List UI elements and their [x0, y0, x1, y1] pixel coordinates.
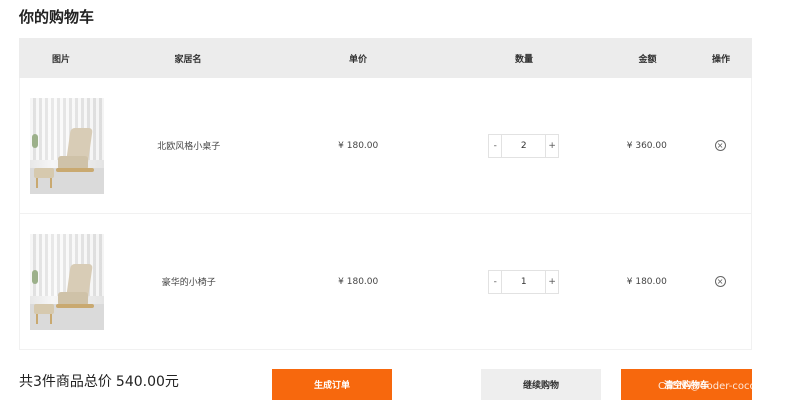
watermark: CSDN @Coder-coco [658, 381, 756, 392]
header-image: 图片 [51, 54, 70, 65]
increment-button[interactable]: + [546, 134, 559, 157]
quantity-stepper: - 2 + [488, 133, 560, 158]
header-amount: 金额 [638, 54, 657, 65]
continue-shopping-button[interactable]: 继续购物 [481, 369, 601, 400]
quantity-input[interactable]: 1 [501, 270, 547, 293]
quantity-input[interactable]: 2 [501, 134, 547, 157]
quantity-stepper: - 1 + [488, 269, 560, 294]
header-name: 家居名 [174, 54, 202, 65]
page-title: 你的购物车 [19, 8, 95, 26]
close-circle-icon[interactable]: × [714, 140, 726, 151]
table-row: 豪华的小椅子 ¥ 180.00 - 1 + ¥ 180.00 × [19, 214, 752, 350]
line-amount: ¥ 180.00 [626, 276, 667, 287]
header-price: 单价 [348, 54, 367, 65]
total-label: 共3件商品总价 [19, 374, 112, 390]
unit-price: ¥ 180.00 [338, 276, 379, 287]
increment-button[interactable]: + [546, 270, 559, 293]
table-row: 北欧风格小桌子 ¥ 180.00 - 2 + ¥ 360.00 × [19, 78, 752, 214]
table-header: 图片 家居名 单价 数量 金额 操作 [19, 38, 752, 78]
decrement-button[interactable]: - [489, 134, 502, 157]
total-amount: 540.00元 [115, 374, 179, 390]
cart-table: 图片 家居名 单价 数量 金额 操作 北欧风格小桌子 ¥ 180.00 - 2 … [19, 38, 752, 350]
header-operation: 操作 [711, 54, 730, 65]
create-order-button[interactable]: 生成订单 [272, 369, 392, 400]
cart-total: 共3件商品总价 540.00元 [19, 371, 179, 391]
product-name: 北欧风格小桌子 [157, 142, 221, 152]
close-circle-icon[interactable]: × [714, 276, 726, 287]
product-name: 豪华的小椅子 [161, 278, 216, 288]
unit-price: ¥ 180.00 [338, 140, 379, 151]
product-image[interactable] [30, 97, 104, 194]
header-quantity: 数量 [514, 54, 533, 65]
line-amount: ¥ 360.00 [626, 140, 667, 151]
decrement-button[interactable]: - [489, 270, 502, 293]
product-image[interactable] [30, 233, 104, 330]
